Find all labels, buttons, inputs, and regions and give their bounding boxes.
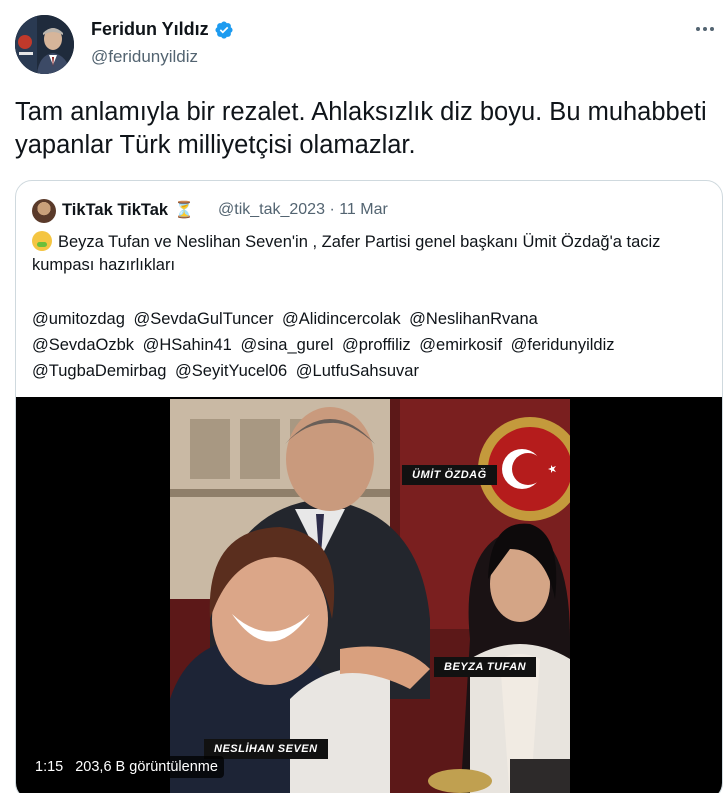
- mention-link[interactable]: @SevdaGulTuncer: [133, 310, 273, 328]
- quoted-tweet-card[interactable]: TikTak TikTak ⏳ @tik_tak_2023 · 11 Mar B…: [15, 180, 723, 793]
- mention-link[interactable]: @TugbaDemirbag: [32, 362, 166, 380]
- mention-link[interactable]: @SevdaOzbk: [32, 336, 134, 354]
- mention-link[interactable]: @LutfuSahsuvar: [296, 362, 419, 380]
- mention-link[interactable]: @sina_gurel: [240, 336, 333, 354]
- hourglass-icon: ⏳: [174, 202, 195, 219]
- quoted-text-body: Beyza Tufan ve Neslihan Seven'in , Zafer…: [32, 233, 661, 274]
- mentions-line-1: @umitozdag @SevdaGulTuncer @Alidincercol…: [32, 306, 712, 332]
- video-duration: 1:15: [35, 759, 64, 775]
- mention-link[interactable]: @SeyitYucel06: [175, 362, 287, 380]
- more-options-icon[interactable]: [691, 17, 719, 41]
- mentions-line-3: @TugbaDemirbag @SeyitYucel06 @LutfuSahsu…: [32, 358, 712, 384]
- quoted-author-name-text[interactable]: TikTak TikTak: [62, 201, 168, 220]
- view-count: 203,6 B görüntülenme: [75, 759, 218, 775]
- mention-link[interactable]: @proffiliz: [342, 336, 411, 354]
- quoted-text: Beyza Tufan ve Neslihan Seven'in , Zafer…: [32, 231, 712, 277]
- video-frame-illustration: [170, 399, 570, 793]
- video-player[interactable]: ÜMİT ÖZDAĞ BEYZA TUFAN NESLİHAN SEVEN 1:…: [16, 397, 722, 793]
- verified-badge-icon: [215, 20, 233, 39]
- tweet-text: Tam anlamıyla bir rezalet. Ahlaksızlık d…: [15, 98, 707, 159]
- quoted-date[interactable]: 11 Mar: [339, 201, 388, 218]
- mentions-list: @umitozdag @SevdaGulTuncer @Alidincercol…: [32, 306, 712, 384]
- mention-link[interactable]: @HSahin41: [143, 336, 232, 354]
- quoted-author-handle[interactable]: @tik_tak_2023: [218, 201, 325, 218]
- author-avatar[interactable]: [15, 15, 74, 74]
- quoted-author-avatar[interactable]: [32, 199, 56, 223]
- quoted-author-name[interactable]: TikTak TikTak ⏳: [62, 200, 194, 220]
- label-umit-ozdag: ÜMİT ÖZDAĞ: [402, 465, 497, 485]
- video-frame: ÜMİT ÖZDAĞ BEYZA TUFAN NESLİHAN SEVEN: [170, 399, 570, 793]
- author-name[interactable]: Feridun Yıldız: [91, 19, 234, 40]
- video-info-badge: 1:15 203,6 B görüntülenme: [29, 756, 224, 778]
- mention-link[interactable]: @umitozdag: [32, 310, 125, 328]
- quoted-meta: @tik_tak_2023 · 11 Mar: [218, 201, 388, 219]
- mention-link[interactable]: @emirkosif: [419, 336, 502, 354]
- tweet: Feridun Yıldız @feridunyildiz Tam anlamı…: [0, 0, 725, 793]
- mention-link[interactable]: @feridunyildiz: [511, 336, 615, 354]
- author-name-text[interactable]: Feridun Yıldız: [91, 19, 209, 40]
- label-beyza-tufan: BEYZA TUFAN: [434, 657, 537, 677]
- mention-link[interactable]: @NeslihanRvana: [409, 310, 538, 328]
- mentions-line-2: @SevdaOzbk @HSahin41 @sina_gurel @proffi…: [32, 332, 712, 358]
- meta-separator: ·: [329, 201, 335, 218]
- nauseated-face-icon: [32, 231, 52, 251]
- mention-link[interactable]: @Alidincercolak: [282, 310, 401, 328]
- author-handle[interactable]: @feridunyildiz: [91, 47, 198, 67]
